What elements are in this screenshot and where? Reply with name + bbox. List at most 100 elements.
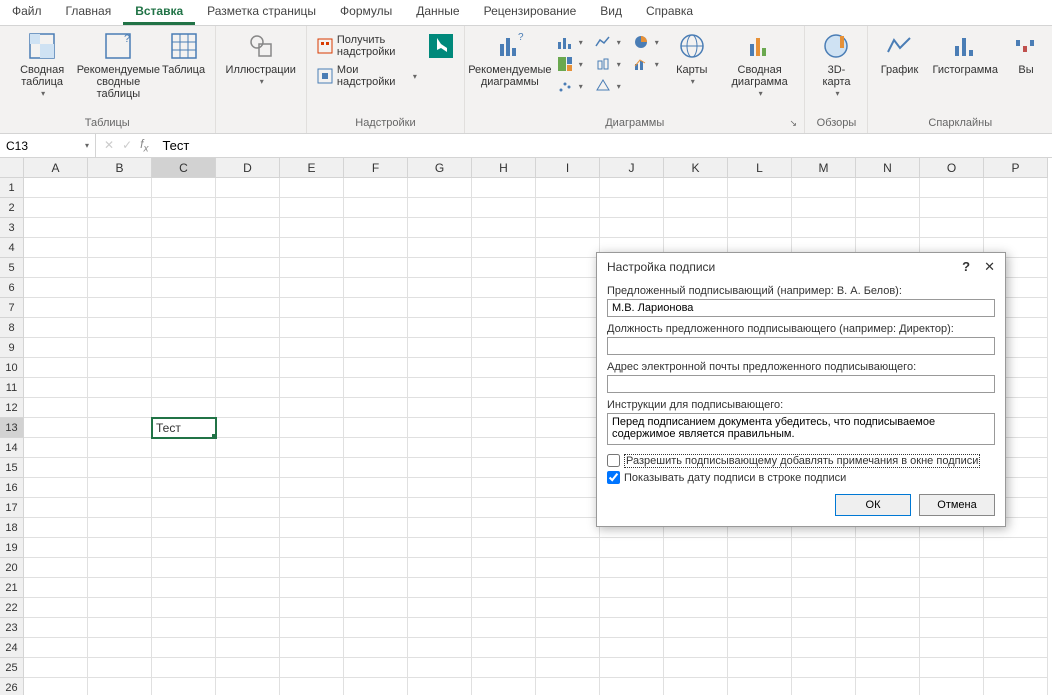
cell-F13[interactable] [344, 418, 408, 438]
cell-A16[interactable] [24, 478, 88, 498]
cell-C18[interactable] [152, 518, 216, 538]
cell-B21[interactable] [88, 578, 152, 598]
cell-J21[interactable] [600, 578, 664, 598]
cell-N21[interactable] [856, 578, 920, 598]
cell-F26[interactable] [344, 678, 408, 695]
row-header-14[interactable]: 14 [0, 438, 24, 458]
cell-O22[interactable] [920, 598, 984, 618]
cell-I15[interactable] [536, 458, 600, 478]
cell-G16[interactable] [408, 478, 472, 498]
cell-B2[interactable] [88, 198, 152, 218]
cell-F2[interactable] [344, 198, 408, 218]
cell-C1[interactable] [152, 178, 216, 198]
cell-O3[interactable] [920, 218, 984, 238]
cell-G2[interactable] [408, 198, 472, 218]
cell-F9[interactable] [344, 338, 408, 358]
cell-H19[interactable] [472, 538, 536, 558]
cell-B23[interactable] [88, 618, 152, 638]
cell-D21[interactable] [216, 578, 280, 598]
cell-I21[interactable] [536, 578, 600, 598]
hierarchy-chart-button[interactable]: ▾ [553, 54, 587, 74]
cell-H21[interactable] [472, 578, 536, 598]
column-header-H[interactable]: H [472, 158, 536, 178]
cell-F3[interactable] [344, 218, 408, 238]
cell-D25[interactable] [216, 658, 280, 678]
cell-B5[interactable] [88, 258, 152, 278]
cell-C22[interactable] [152, 598, 216, 618]
cell-A18[interactable] [24, 518, 88, 538]
pie-chart-button[interactable]: ▾ [629, 32, 663, 52]
cell-A7[interactable] [24, 298, 88, 318]
cell-H18[interactable] [472, 518, 536, 538]
cell-I16[interactable] [536, 478, 600, 498]
cell-B26[interactable] [88, 678, 152, 695]
cell-I25[interactable] [536, 658, 600, 678]
cell-E21[interactable] [280, 578, 344, 598]
cell-G10[interactable] [408, 358, 472, 378]
cell-E23[interactable] [280, 618, 344, 638]
signer-input[interactable] [607, 299, 995, 317]
ok-button[interactable]: ОК [835, 494, 911, 516]
cell-L26[interactable] [728, 678, 792, 695]
cell-G3[interactable] [408, 218, 472, 238]
cell-N2[interactable] [856, 198, 920, 218]
cell-F5[interactable] [344, 258, 408, 278]
sparkline-winloss-button[interactable]: Вы [1006, 28, 1046, 78]
cell-F23[interactable] [344, 618, 408, 638]
cell-F1[interactable] [344, 178, 408, 198]
cell-K24[interactable] [664, 638, 728, 658]
cell-G11[interactable] [408, 378, 472, 398]
cell-D5[interactable] [216, 258, 280, 278]
cell-I23[interactable] [536, 618, 600, 638]
row-header-4[interactable]: 4 [0, 238, 24, 258]
cell-C7[interactable] [152, 298, 216, 318]
cell-B12[interactable] [88, 398, 152, 418]
cell-F11[interactable] [344, 378, 408, 398]
cell-O2[interactable] [920, 198, 984, 218]
cell-L24[interactable] [728, 638, 792, 658]
cell-H7[interactable] [472, 298, 536, 318]
cell-H14[interactable] [472, 438, 536, 458]
surface-chart-button[interactable]: ▾ [591, 76, 625, 96]
cell-B25[interactable] [88, 658, 152, 678]
cell-I22[interactable] [536, 598, 600, 618]
cell-H10[interactable] [472, 358, 536, 378]
sparkline-line-button[interactable]: График [874, 28, 924, 78]
show-date-checkbox[interactable] [607, 471, 620, 484]
cell-I4[interactable] [536, 238, 600, 258]
cell-M24[interactable] [792, 638, 856, 658]
cell-A5[interactable] [24, 258, 88, 278]
cell-E10[interactable] [280, 358, 344, 378]
cell-L2[interactable] [728, 198, 792, 218]
row-header-9[interactable]: 9 [0, 338, 24, 358]
cell-A21[interactable] [24, 578, 88, 598]
cell-G19[interactable] [408, 538, 472, 558]
cell-O19[interactable] [920, 538, 984, 558]
cell-G4[interactable] [408, 238, 472, 258]
cell-I12[interactable] [536, 398, 600, 418]
column-header-B[interactable]: B [88, 158, 152, 178]
cell-H25[interactable] [472, 658, 536, 678]
cell-D13[interactable] [216, 418, 280, 438]
cell-D15[interactable] [216, 458, 280, 478]
cell-B9[interactable] [88, 338, 152, 358]
charts-dialog-launcher[interactable]: ↘ [789, 118, 801, 130]
cell-O26[interactable] [920, 678, 984, 695]
row-header-1[interactable]: 1 [0, 178, 24, 198]
cell-H16[interactable] [472, 478, 536, 498]
tab-review[interactable]: Рецензирование [472, 0, 589, 25]
allow-comments-checkbox[interactable] [607, 454, 620, 467]
cell-D18[interactable] [216, 518, 280, 538]
cell-K2[interactable] [664, 198, 728, 218]
cell-L21[interactable] [728, 578, 792, 598]
cell-O23[interactable] [920, 618, 984, 638]
column-chart-button[interactable]: ▾ [553, 32, 587, 52]
cell-O21[interactable] [920, 578, 984, 598]
cell-M1[interactable] [792, 178, 856, 198]
cell-M19[interactable] [792, 538, 856, 558]
cell-I19[interactable] [536, 538, 600, 558]
cell-J19[interactable] [600, 538, 664, 558]
select-all-corner[interactable] [0, 158, 24, 178]
cell-D3[interactable] [216, 218, 280, 238]
cell-C2[interactable] [152, 198, 216, 218]
